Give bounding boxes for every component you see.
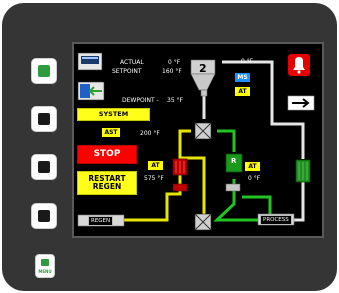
hmi-screen: ACTUAL 0 °F SETPOINT 160 °F DEWPOINT - 3… — [72, 42, 324, 238]
right-green-pipe — [217, 129, 236, 152]
left-yellow-pipe — [178, 129, 206, 224]
upper-valve-icon — [194, 122, 212, 140]
side-button-4-indicator — [38, 210, 50, 222]
side-button-2[interactable] — [31, 106, 57, 132]
setpoint-value: 160 °F — [162, 68, 182, 75]
regen-label: REGEN — [88, 216, 114, 226]
export-icon — [77, 81, 105, 101]
side-button-3[interactable] — [31, 154, 57, 180]
left-heater-icon — [172, 158, 188, 192]
menu-label: MENU — [38, 269, 52, 274]
stop-button[interactable]: STOP — [77, 145, 137, 164]
process-label: PROCESS — [260, 215, 292, 225]
setpoint-label: SETPOINT — [112, 68, 142, 75]
dewpoint-value: 35 °F — [167, 97, 183, 104]
ast-tag: AST — [102, 128, 120, 137]
side-button-2-indicator — [38, 113, 50, 125]
menu-icon — [41, 259, 49, 266]
at-tag-right: AT — [245, 162, 260, 171]
top-right-temp: 0 °F — [241, 58, 254, 65]
actual-value: 0 °F — [168, 59, 181, 66]
actual-label: ACTUAL — [120, 59, 144, 66]
dewpoint-label: DEWPOINT - — [122, 97, 159, 104]
lower-valve-icon — [194, 213, 212, 231]
ast-value: 200 °F — [140, 130, 160, 137]
side-button-1-indicator — [38, 65, 50, 77]
at-tag-left: AT — [148, 161, 163, 170]
side-button-4[interactable] — [31, 203, 57, 229]
process-filter-icon — [295, 159, 311, 183]
left-heater-temp: 575 °F — [144, 175, 164, 182]
hopper-number: 2 — [199, 62, 207, 75]
green-pipes — [213, 129, 272, 222]
side-button-1[interactable] — [31, 58, 57, 84]
monitor-icon — [77, 52, 103, 71]
ms-tag: MS — [235, 73, 250, 82]
system-shutdown-button[interactable]: SYSTEM SHUTDOWN — [77, 108, 150, 129]
at-tag-top: AT — [235, 87, 250, 96]
restart-regen-button[interactable]: RESTART REGEN — [77, 171, 137, 195]
restart-regen-line2: REGEN — [92, 182, 122, 191]
side-button-3-indicator — [38, 161, 50, 173]
right-heater-temp: 0 °F — [248, 175, 261, 182]
heater-r-label: R — [231, 157, 237, 165]
menu-button[interactable]: MENU — [35, 254, 55, 278]
